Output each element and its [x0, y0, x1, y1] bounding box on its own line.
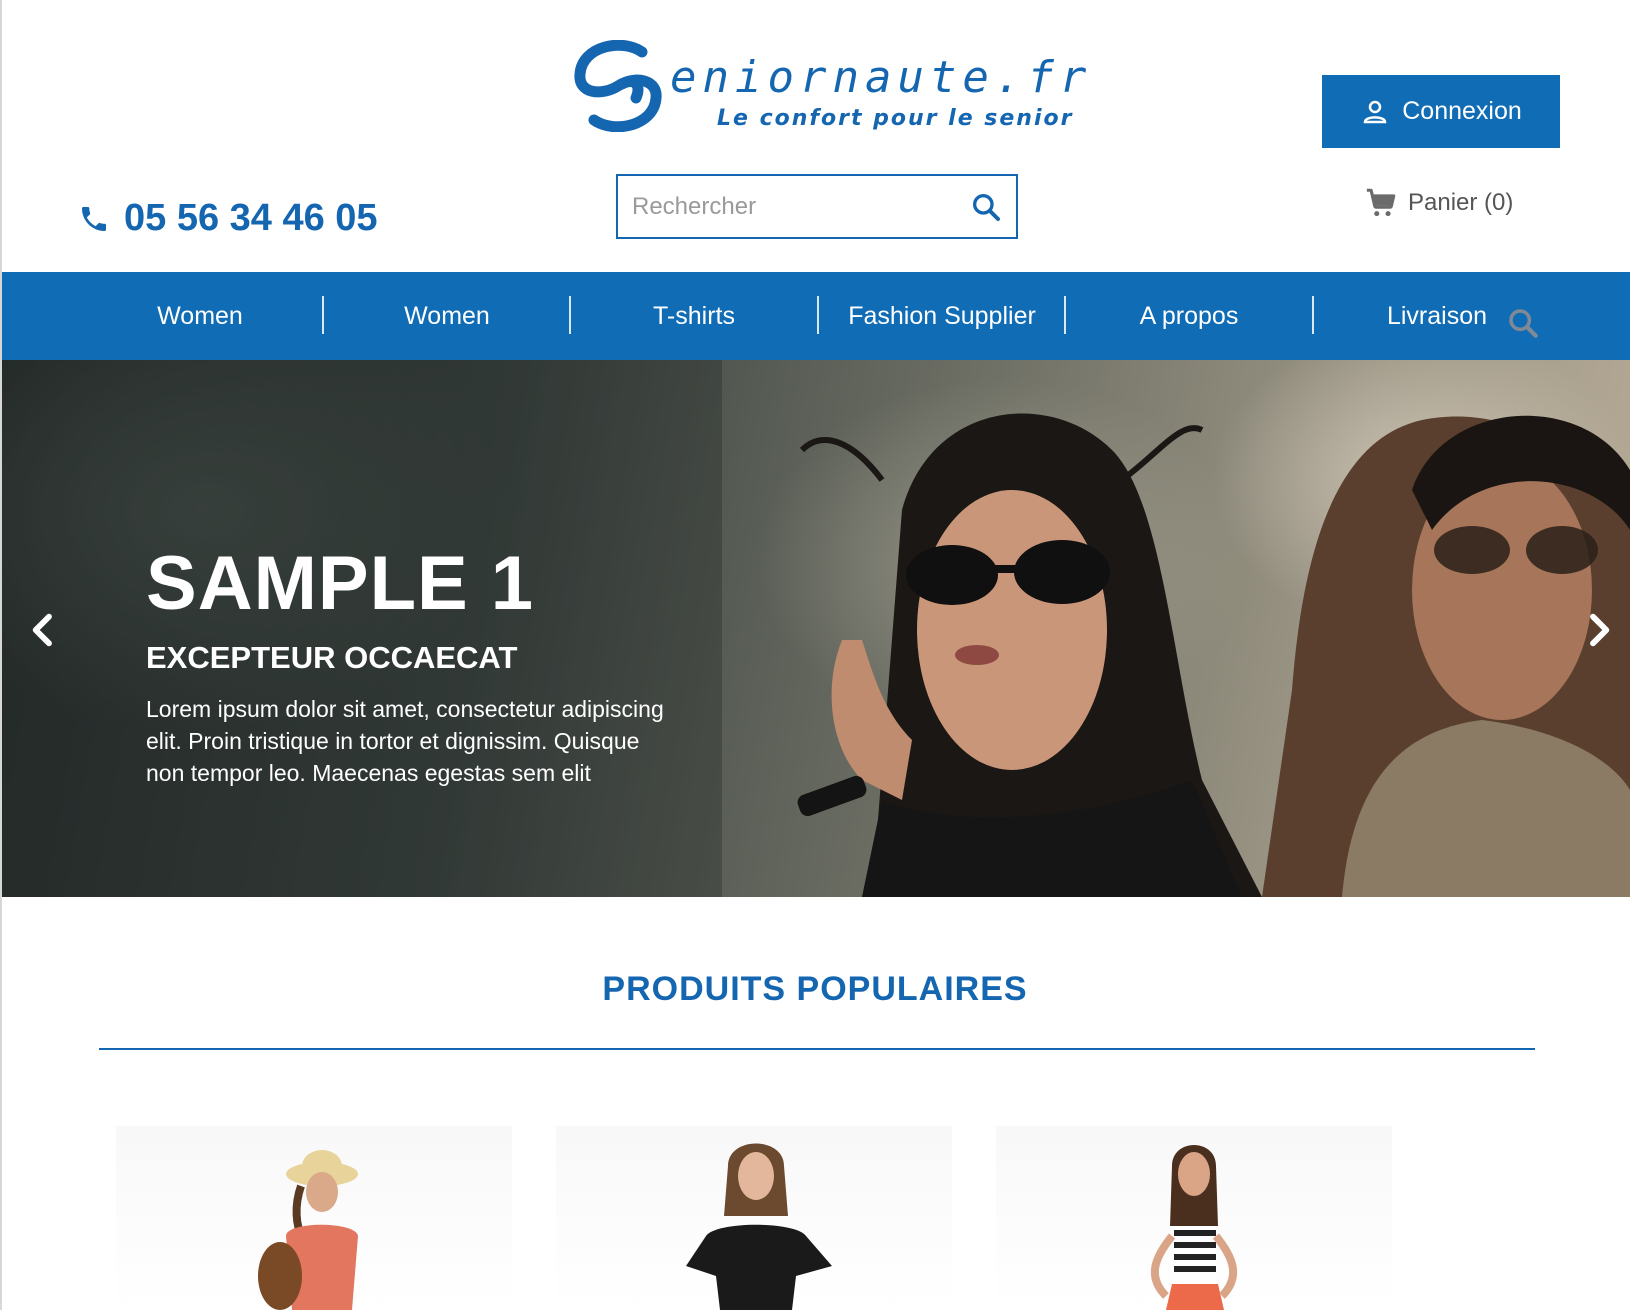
section-title-popular-products: PRODUITS POPULAIRES [602, 970, 1028, 1008]
slider-next-button[interactable] [1578, 610, 1618, 650]
main-navigation: Women Women T-shirts Fashion Supplier A … [2, 272, 1630, 360]
phone-number[interactable]: 05 56 34 46 05 [78, 197, 378, 240]
search-icon[interactable] [970, 191, 1002, 223]
chevron-left-icon [32, 613, 52, 647]
site-logo[interactable]: eniornaute.fr Le confort pour le senior [572, 34, 1086, 144]
hero-description: Lorem ipsum dolor sit amet, consectetur … [146, 696, 664, 786]
site-header: eniornaute.fr Le confort pour le senior … [0, 0, 1630, 272]
nav-search-icon[interactable] [1506, 306, 1540, 340]
phone-icon [82, 206, 106, 231]
hero-slider[interactable]: SAMPLE 1 EXCEPTEUR OCCAECAT Lorem ipsum … [2, 360, 1630, 897]
nav-item-women-2[interactable]: Women [323, 272, 571, 360]
window-border-left [0, 0, 2, 1310]
logo-wordmark: eniornaute.fr [670, 52, 1093, 103]
product-image [258, 1150, 358, 1310]
product-image [1151, 1145, 1237, 1310]
nav-item-fashion-supplier[interactable]: Fashion Supplier [818, 272, 1066, 360]
nav-item-tshirts[interactable]: T-shirts [570, 272, 818, 360]
hero-title: SAMPLE 1 [146, 541, 535, 626]
product-image [686, 1143, 832, 1310]
hero-caption: SAMPLE 1 EXCEPTEUR OCCAECAT Lorem ipsum … [146, 546, 666, 789]
chevron-right-icon [1590, 613, 1610, 647]
phone-number-text: 05 56 34 46 05 [124, 197, 378, 239]
search-input[interactable] [632, 192, 970, 221]
login-button-label: Connexion [1402, 97, 1522, 125]
hero-subtitle: EXCEPTEUR OCCAECAT [146, 640, 518, 675]
product-card[interactable] [996, 1126, 1392, 1310]
section-divider [99, 1048, 1535, 1050]
cart-icon [1366, 188, 1396, 217]
search-box [616, 174, 1018, 239]
product-card[interactable] [116, 1126, 512, 1310]
login-button[interactable]: Connexion [1322, 75, 1560, 148]
cart-link[interactable]: Panier (0) [1364, 186, 1513, 220]
nav-item-women[interactable]: Women [76, 272, 324, 360]
cart-label: Panier (0) [1408, 189, 1514, 216]
logo-swirl-icon [574, 40, 662, 132]
logo-tagline: Le confort pour le senior [717, 106, 1074, 131]
product-card[interactable] [556, 1126, 952, 1310]
nav-item-a-propos[interactable]: A propos [1065, 272, 1313, 360]
user-icon [1363, 100, 1387, 123]
slider-prev-button[interactable] [24, 610, 64, 650]
